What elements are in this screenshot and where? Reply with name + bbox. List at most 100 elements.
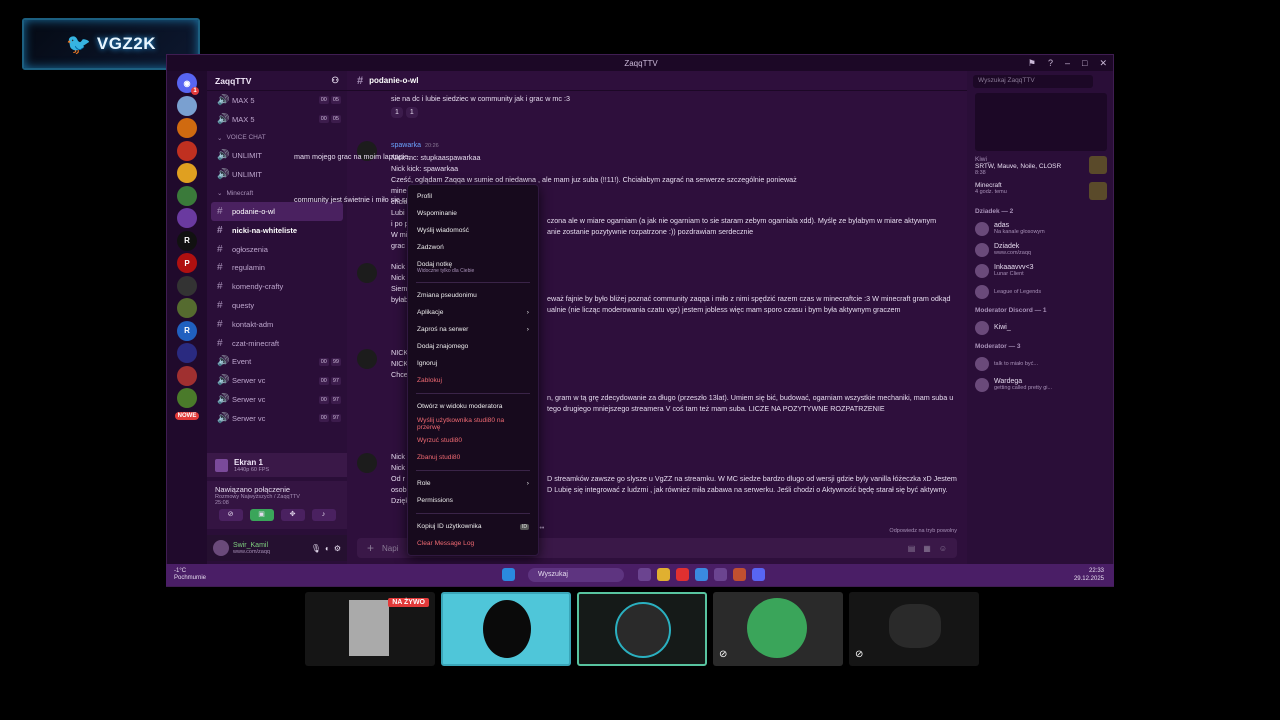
server-icon[interactable] [177,118,197,138]
channel-item[interactable]: 🔊 Serwer vc 00 97 [207,390,347,409]
menu-item[interactable]: Zbanuj studi80 [408,449,538,466]
channel-item[interactable]: 🔊 MAX 5 00 05 [207,91,347,110]
avatar[interactable] [357,263,377,283]
server-icon[interactable]: R [177,320,197,341]
menu-item[interactable]: Permissions [408,492,538,509]
menu-item[interactable]: Wyślij użytkownika studi80 na przerwę [408,415,538,432]
menu-item[interactable]: Wspominanie [408,205,538,222]
stream-preview[interactable] [975,93,1107,151]
menu-item[interactable]: Wyrzuć studi80 [408,432,538,449]
gif-icon[interactable]: ▦ [923,544,931,553]
avatar[interactable] [357,349,377,369]
close-button[interactable]: ✕ [1099,58,1107,69]
soundboard-button[interactable]: ♪ [311,509,336,521]
avatar[interactable] [357,453,377,473]
add-user-icon[interactable]: ⚇ [331,75,339,86]
server-icon[interactable] [177,298,197,318]
channel-item[interactable]: # questy [207,296,347,315]
menu-item[interactable]: Ignoruj [408,355,538,372]
menu-item[interactable]: Kopiuj ID użytkownika ID [408,518,538,535]
message-author[interactable]: spawarka [391,142,421,149]
activity-card[interactable]: Minecraft 4 godz. temu [967,179,1113,203]
menu-item[interactable]: Clear Message Log [408,535,538,552]
server-icon[interactable] [177,95,197,116]
server-icon[interactable] [177,275,197,296]
emoji-icon[interactable]: ☺ [939,544,947,553]
server-icon[interactable] [177,365,197,386]
activity-card[interactable]: Kiwi_ SRTW, Mauve, Noile, CLOSR 8:38 [967,153,1113,179]
server-icon[interactable] [177,185,197,206]
server-icon[interactable]: R [177,230,197,251]
discord-icon[interactable] [752,568,765,581]
channel-item[interactable]: # podanie-o-wl [211,202,343,221]
server-icon[interactable] [177,140,197,161]
taskbar-search[interactable]: Wyszukaj [528,568,624,582]
menu-item[interactable]: Zablokuj [408,372,538,389]
server-icon[interactable] [177,163,197,183]
camera-tile[interactable]: ⊘ [713,592,843,666]
activity-button[interactable]: ✥ [280,509,305,521]
camera-tile[interactable]: NA ŻYWO [305,592,435,666]
avatar[interactable] [213,540,229,556]
gift-icon[interactable]: ▤ [908,544,916,553]
help-icon[interactable]: ? [1048,58,1053,68]
headphones-icon[interactable]: ◐ [325,544,330,553]
home-icon[interactable]: ◉ 1 [177,73,199,95]
menu-item[interactable]: Dodaj notkę Widoczne tylko dla Ciebie [408,256,538,278]
screen-share-button[interactable]: ▣ [249,509,274,521]
video-button[interactable]: ⊘ [218,509,243,521]
app-icon[interactable] [733,568,746,581]
weather-widget[interactable]: -1°C Pochmurnie [174,568,206,582]
minimize-button[interactable]: – [1065,58,1070,68]
channel-item[interactable]: 🔊 Serwer vc 00 97 [207,409,347,428]
app-icon[interactable] [676,568,689,581]
app-icon[interactable] [714,568,727,581]
member-item[interactable]: adas Na kanale głosowym [967,218,1113,239]
channel-item[interactable]: 🔊 Event 00 99 [207,353,347,372]
server-icon[interactable] [177,208,197,228]
channel-item[interactable]: 🔊 UNLIMIT [207,165,347,184]
channel-item[interactable]: 🔊 Serwer vc 00 97 [207,371,347,390]
menu-item[interactable]: Dodaj znajomego [408,338,538,355]
member-item[interactable]: Dziadek www.com/zaqq [967,239,1113,260]
member-item[interactable]: talk to miało być... [967,353,1113,374]
channel-item[interactable]: # nicki-na-whiteliste [207,221,347,240]
camera-tile[interactable] [577,592,707,666]
clock[interactable]: 22:33 29.12.2025 [1074,567,1104,583]
member-item[interactable]: Kiwi_ [967,317,1113,338]
reaction[interactable]: 1 [405,107,418,118]
inbox-icon[interactable]: ⚑ [1028,58,1036,69]
menu-item[interactable]: Zaproś na serwer › [408,321,538,338]
channel-item[interactable]: # regulamin [207,259,347,278]
menu-item[interactable]: Zmiana pseudonimu [408,287,538,304]
menu-item[interactable]: Role › [408,475,538,492]
server-icon[interactable] [177,343,197,363]
channel-item[interactable]: # komendy-crafty [207,277,347,296]
channel-item[interactable]: # czat-minecraft [207,334,347,353]
member-item[interactable]: Wardega getting called pretty gi... [967,374,1113,395]
member-item[interactable]: Inkaaavvv<3 Lunar Client [967,260,1113,281]
maximize-button[interactable]: □ [1082,58,1087,68]
chrome-icon[interactable] [695,568,708,581]
explorer-icon[interactable] [657,568,670,581]
server-icon[interactable] [177,388,197,408]
channel-item[interactable]: # ogłoszenia [207,240,347,259]
menu-item[interactable]: Aplikacje › [408,304,538,321]
channel-category[interactable]: ⌄ VOICE CHAT [207,129,347,147]
menu-item[interactable]: Profil [408,188,538,205]
search-input[interactable]: Wyszukaj ZaqqTTV [973,74,1093,88]
channel-item[interactable]: # kontakt-adm [207,315,347,334]
member-item[interactable]: League of Legends [967,281,1113,302]
start-icon[interactable] [502,568,515,581]
server-icon[interactable]: P [177,253,197,273]
mic-icon[interactable]: 🎙 [311,544,321,553]
channel-item[interactable]: 🔊 MAX 5 00 05 [207,110,347,129]
plus-icon[interactable]: + [367,541,374,555]
menu-item[interactable]: Zadzwoń [408,239,538,256]
task-view-icon[interactable] [638,568,651,581]
camera-tile[interactable] [441,592,571,666]
camera-tile[interactable]: ⊘ [849,592,979,666]
gear-icon[interactable]: ⚙ [334,544,341,553]
menu-item[interactable]: Wyślij wiadomość [408,222,538,239]
menu-item[interactable]: Otwórz w widoku moderatora [408,398,538,415]
